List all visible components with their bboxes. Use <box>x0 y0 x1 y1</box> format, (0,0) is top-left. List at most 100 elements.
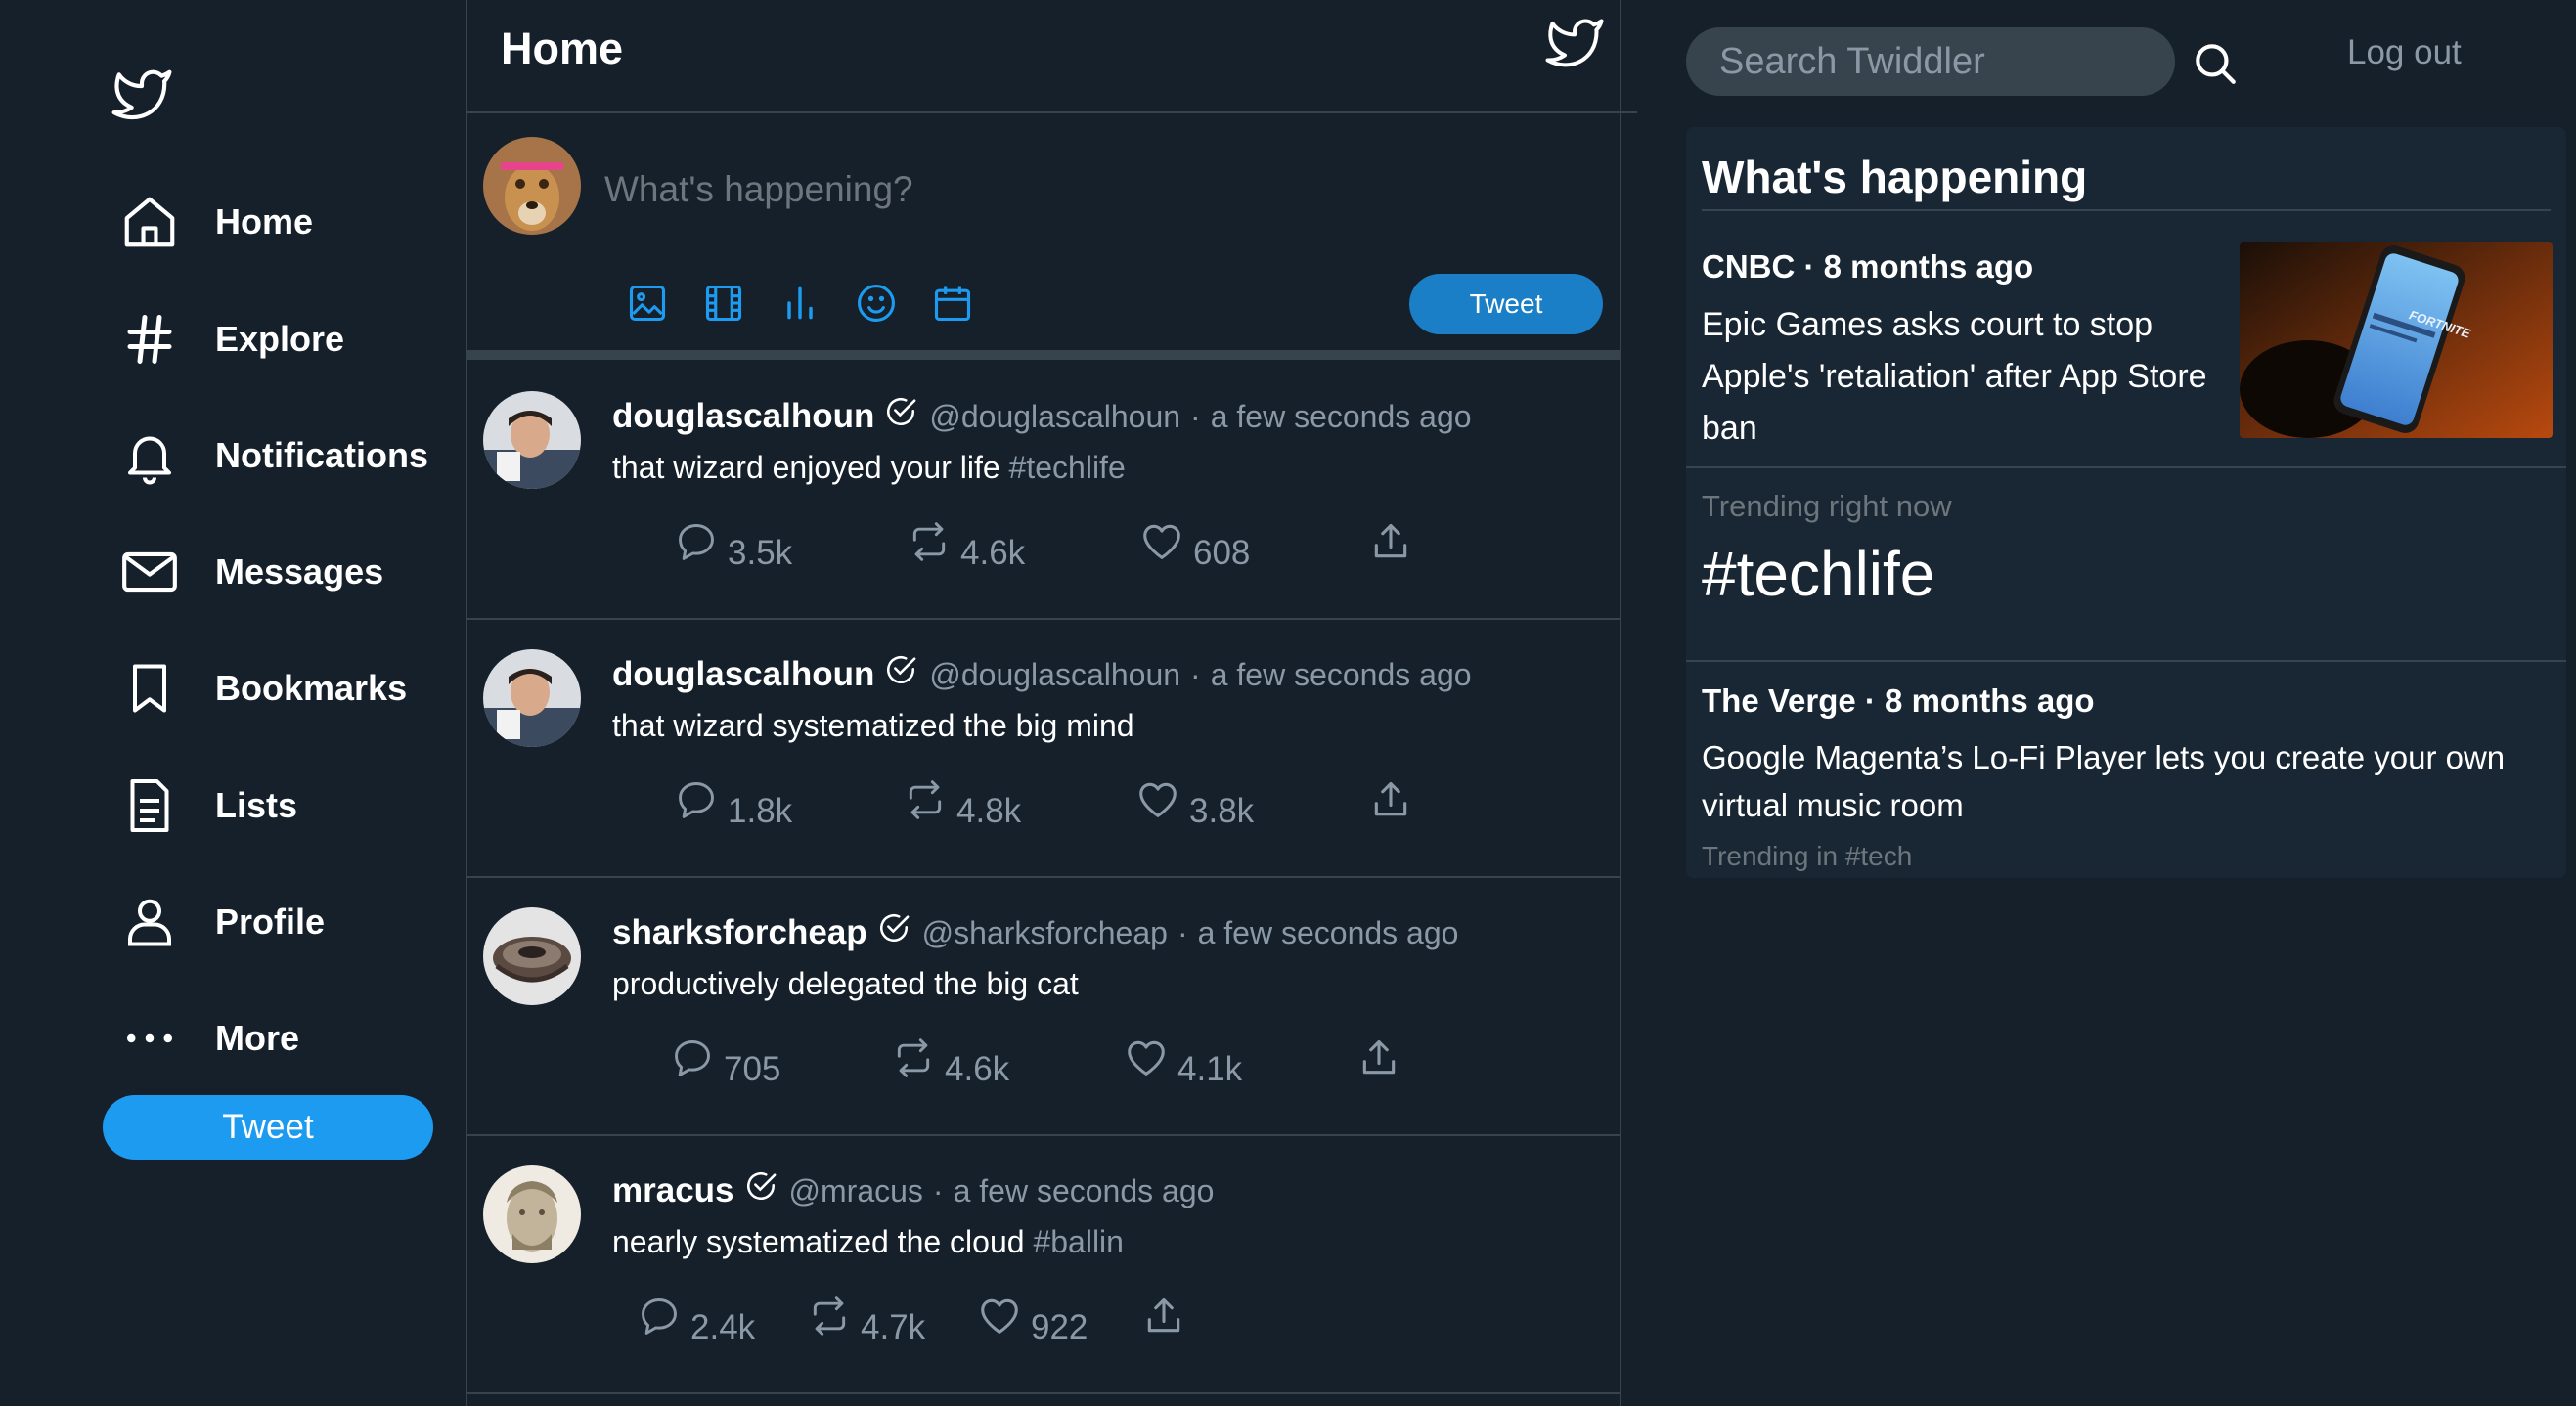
tweet-actions: 2.4k 4.7k 922 <box>467 1293 1621 1361</box>
separator-dot: · <box>1190 656 1201 692</box>
retweet-icon <box>906 518 953 565</box>
like-button[interactable]: 608 <box>1138 518 1250 572</box>
tweet-text: that wizard enjoyed your life <box>612 450 1009 485</box>
image-icon[interactable] <box>626 282 669 325</box>
bell-icon <box>117 423 182 488</box>
sidebar-item-label: Messages <box>215 551 384 592</box>
tweet-actions: 1.8k 4.8k 3.8k <box>467 776 1621 845</box>
retweet-count: 4.6k <box>960 534 1026 572</box>
tweet-author-name[interactable]: douglascalhoun <box>612 397 874 436</box>
retweet-button[interactable]: 4.6k <box>890 1034 1009 1088</box>
hashtag-icon <box>117 307 182 372</box>
like-button[interactable]: 4.1k <box>1123 1034 1242 1088</box>
sidebar-item-lists[interactable]: Lists <box>117 762 460 850</box>
sidebar-item-bookmarks[interactable]: Bookmarks <box>117 644 460 732</box>
reply-button[interactable]: 705 <box>669 1034 780 1088</box>
search-input[interactable] <box>1686 27 2175 96</box>
tweet-actions: 705 4.6k 4.1k <box>467 1034 1621 1103</box>
avatar[interactable] <box>483 907 581 1005</box>
tweet-timestamp[interactable]: a few seconds ago <box>1211 657 1472 693</box>
like-button[interactable]: 922 <box>976 1293 1088 1346</box>
tweet-item[interactable]: douglascalhoun @douglascalhoun · a few s… <box>467 362 1621 620</box>
reply-button[interactable]: 2.4k <box>636 1293 755 1346</box>
tweet-author-name[interactable]: douglascalhoun <box>612 655 874 694</box>
avatar[interactable] <box>483 649 581 747</box>
tweet-item[interactable]: douglascalhoun @douglascalhoun · a few s… <box>467 620 1621 878</box>
news-thumbnail[interactable]: FORTNITE <box>2240 242 2553 438</box>
gif-film-icon[interactable] <box>702 282 745 325</box>
sidebar-item-label: More <box>215 1018 300 1058</box>
hashtag-link[interactable]: #techlife <box>1009 450 1126 485</box>
sidebar-item-profile[interactable]: Profile <box>117 878 460 966</box>
tweet-item[interactable]: sharksforcheap @sharksforcheap · a few s… <box>467 878 1621 1136</box>
reply-button[interactable]: 1.8k <box>673 776 792 830</box>
tweet-timestamp[interactable]: a few seconds ago <box>954 1173 1215 1209</box>
avatar[interactable] <box>483 137 581 235</box>
retweet-button[interactable]: 4.6k <box>906 518 1025 572</box>
search-icon[interactable] <box>2191 39 2240 88</box>
trending-hashtag[interactable]: #techlife <box>1702 538 1934 610</box>
share-button[interactable] <box>1140 1293 1187 1340</box>
schedule-calendar-icon[interactable] <box>931 282 974 325</box>
poll-icon[interactable] <box>778 282 822 325</box>
divider <box>1686 660 2566 662</box>
tweet-author-handle[interactable]: @douglascalhoun <box>929 657 1180 693</box>
sidebar-item-home[interactable]: Home <box>117 178 460 266</box>
twitter-bird-logo-icon[interactable] <box>108 65 176 125</box>
like-count: 3.8k <box>1189 792 1255 830</box>
news-item[interactable]: CNBC · 8 months ago Epic Games asks cour… <box>1702 248 2230 455</box>
sidebar-item-label: Notifications <box>215 435 429 475</box>
share-button[interactable] <box>1355 1034 1402 1081</box>
like-button[interactable]: 3.8k <box>1134 776 1254 830</box>
sidebar-item-more[interactable]: More <box>117 994 460 1082</box>
tweet-timestamp[interactable]: a few seconds ago <box>1198 915 1459 951</box>
verified-badge-icon <box>744 1169 777 1203</box>
retweet-button[interactable]: 4.8k <box>902 776 1021 830</box>
tweet-header: douglascalhoun @douglascalhoun · a few s… <box>612 397 1472 436</box>
avatar[interactable] <box>483 1165 581 1263</box>
like-count: 4.1k <box>1177 1050 1243 1088</box>
tweet-author-handle[interactable]: @douglascalhoun <box>929 399 1180 435</box>
retweet-button[interactable]: 4.7k <box>806 1293 925 1346</box>
compose-input[interactable] <box>604 160 1485 219</box>
tweet-author-name[interactable]: mracus <box>612 1171 734 1210</box>
logout-link[interactable]: Log out <box>2347 33 2462 72</box>
panel-title: What's happening <box>1702 152 2088 202</box>
reply-count: 1.8k <box>728 792 793 830</box>
emoji-icon[interactable] <box>855 282 898 325</box>
tweet-item[interactable]: mracus @mracus · a few seconds ago nearl… <box>467 1136 1621 1394</box>
tweet-author-handle[interactable]: @sharksforcheap <box>922 915 1168 951</box>
sidebar-item-label: Lists <box>215 785 298 825</box>
twitter-bird-icon <box>1541 14 1608 72</box>
retweet-icon <box>890 1034 937 1081</box>
person-icon <box>117 890 182 954</box>
tweet-timestamp[interactable]: a few seconds ago <box>1211 399 1472 435</box>
tweet-body: nearly systematized the cloud #ballin <box>612 1224 1124 1260</box>
list-document-icon <box>117 773 182 838</box>
news-source: The Verge · 8 months ago <box>1702 682 2095 719</box>
tweet-actions: 3.5k 4.6k 608 <box>467 518 1621 587</box>
share-button[interactable] <box>1367 776 1414 823</box>
news-item[interactable]: The Verge · 8 months ago Google Magenta’… <box>1702 682 2553 829</box>
retweet-icon <box>902 776 949 823</box>
sidebar-item-notifications[interactable]: Notifications <box>117 412 460 500</box>
more-dots-icon <box>117 1006 182 1071</box>
sidebar-item-explore[interactable]: Explore <box>117 295 460 383</box>
divider <box>1686 466 2566 468</box>
hashtag-link[interactable]: #ballin <box>1033 1224 1124 1259</box>
verified-badge-icon <box>877 911 910 945</box>
avatar[interactable] <box>483 391 581 489</box>
compose-tweet-button[interactable]: Tweet <box>1409 274 1603 334</box>
sidebar-tweet-button[interactable]: Tweet <box>103 1095 433 1160</box>
reply-button[interactable]: 3.5k <box>673 518 792 572</box>
home-icon <box>117 190 182 254</box>
sidebar-item-messages[interactable]: Messages <box>117 528 460 616</box>
reply-bubble-icon <box>636 1293 683 1340</box>
share-button[interactable] <box>1367 518 1414 565</box>
share-upload-icon <box>1367 518 1414 565</box>
tweet-author-name[interactable]: sharksforcheap <box>612 913 867 952</box>
tweet-body: that wizard enjoyed your life #techlife <box>612 450 1126 486</box>
page-title: Home <box>501 23 624 73</box>
retweet-count: 4.6k <box>945 1050 1010 1088</box>
tweet-author-handle[interactable]: @mracus <box>789 1173 923 1209</box>
